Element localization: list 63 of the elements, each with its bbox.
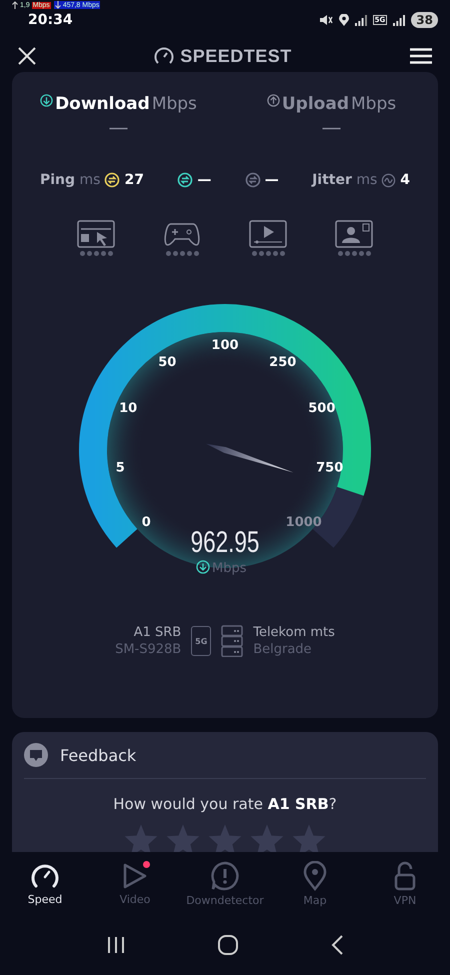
server-icon — [221, 625, 244, 657]
notification-dot — [143, 860, 150, 868]
play-icon — [122, 862, 148, 890]
metric-label: Ping ms — [40, 172, 100, 188]
metric-label: Jitter ms — [312, 172, 378, 188]
gauge-tick-label: 250 — [269, 355, 296, 370]
upload-tab[interactable]: Upload Mbps — — [225, 94, 438, 138]
rating-question: How would you rate A1 SRB? — [112, 795, 338, 813]
metric-value: — — [197, 172, 212, 188]
chat-bubble-icon — [24, 743, 48, 767]
download-tab[interactable]: Download Mbps — — [12, 94, 225, 138]
close-icon[interactable] — [18, 47, 36, 65]
gauge-tick-label: 5 — [116, 460, 125, 476]
star-icon[interactable] — [165, 823, 201, 852]
app-title: SPEEDTEST — [180, 46, 292, 66]
star-icon[interactable] — [123, 823, 159, 852]
upload-arrow-icon — [266, 94, 280, 107]
speedometer-icon — [154, 47, 174, 65]
server-city: Belgrade — [253, 642, 313, 657]
alert-bubble-icon — [210, 860, 240, 890]
provider-name: A1 SRB — [134, 625, 182, 640]
speed-value: 962.95 — [190, 524, 260, 559]
metric-value: — — [264, 172, 279, 188]
recent-apps-icon[interactable] — [106, 936, 125, 954]
gauge-tick-label: 500 — [308, 400, 336, 416]
gauge-tick-label: 1000 — [286, 514, 322, 530]
signal-icon — [393, 14, 406, 26]
back-icon[interactable] — [331, 935, 344, 955]
gauge-tick-label: 50 — [158, 355, 176, 370]
metric-value: 27 — [124, 172, 144, 188]
nav-tab[interactable]: VPN — [365, 860, 445, 908]
metric-value: 4 — [400, 172, 410, 188]
nav-tab[interactable]: Speed — [5, 860, 85, 906]
nav-tab[interactable]: Video — [95, 860, 175, 906]
gauge-tick-label: 100 — [211, 338, 239, 353]
map-pin-icon — [303, 860, 327, 890]
unlocked-padlock-icon — [394, 860, 416, 890]
star-icon[interactable] — [291, 823, 327, 852]
signal-icon — [354, 14, 367, 26]
device-model: SM-S928B — [115, 642, 182, 657]
up-arrow-icon — [12, 1, 18, 9]
nav-tab[interactable]: Downdetector — [185, 860, 265, 908]
clock: 20:34 — [28, 12, 73, 28]
location-icon — [338, 14, 349, 26]
battery-level: 38 — [411, 12, 438, 28]
video-player-icon — [249, 220, 287, 248]
gauge-tick-label: 0 — [142, 514, 151, 530]
video-call-icon — [335, 220, 373, 248]
gauge-tick-label: 10 — [119, 400, 138, 416]
home-icon[interactable] — [218, 935, 238, 955]
feedback-title: Feedback — [60, 746, 136, 764]
down-arrow-icon — [54, 1, 61, 9]
download-icon — [196, 560, 210, 574]
speed-unit: Mbps — [212, 561, 246, 575]
phone-network-icon: 5G — [191, 626, 212, 656]
star-icon[interactable] — [207, 823, 243, 852]
browser-cursor-icon — [77, 220, 115, 248]
star-icon[interactable] — [249, 823, 285, 852]
menu-icon[interactable] — [410, 48, 432, 64]
mute-icon — [318, 14, 333, 26]
server-name: Telekom mts — [253, 625, 335, 640]
speedometer-icon — [30, 862, 60, 890]
nav-tab[interactable]: Map — [275, 860, 355, 908]
